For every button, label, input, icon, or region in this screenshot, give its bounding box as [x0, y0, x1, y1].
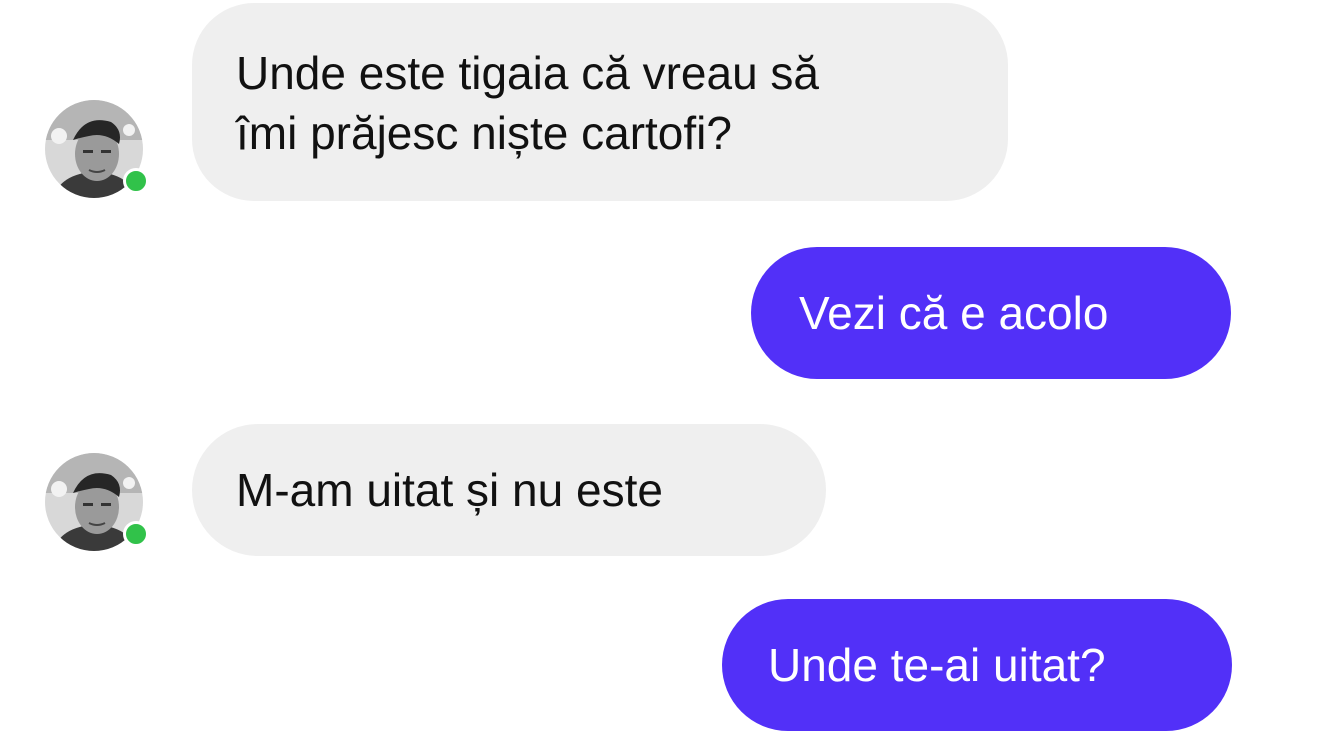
- outgoing-message-bubble[interactable]: Vezi că e acolo: [751, 247, 1231, 379]
- contact-avatar[interactable]: [45, 100, 149, 198]
- outgoing-message-bubble[interactable]: Unde te-ai uitat?: [722, 599, 1232, 731]
- incoming-message-bubble[interactable]: M-am uitat și nu este: [192, 424, 826, 556]
- chat-thread: Unde este tigaia că vreau să îmi prăjesc…: [0, 0, 1320, 743]
- contact-avatar[interactable]: [45, 453, 149, 551]
- online-status-indicator: [123, 521, 149, 547]
- online-status-indicator: [123, 168, 149, 194]
- incoming-message-bubble[interactable]: Unde este tigaia că vreau să îmi prăjesc…: [192, 3, 1008, 201]
